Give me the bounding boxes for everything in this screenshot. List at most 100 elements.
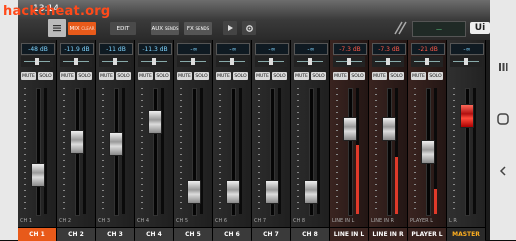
home-icon[interactable]	[496, 112, 510, 126]
gain-display[interactable]: -∞	[255, 43, 289, 55]
pan-knob[interactable]	[347, 58, 351, 65]
pan-knob[interactable]	[152, 58, 156, 65]
gain-display[interactable]: -21 dB	[411, 43, 445, 55]
fader-handle[interactable]	[304, 180, 318, 204]
mute-button[interactable]: MUTE	[60, 72, 75, 80]
gain-display[interactable]: -∞	[294, 43, 328, 55]
channel-small-label: PLAYER L	[410, 218, 434, 224]
menu-icon[interactable]	[48, 19, 66, 37]
fader-handle[interactable]	[460, 104, 474, 128]
mute-button[interactable]: MUTE	[372, 72, 387, 80]
settings-button[interactable]	[242, 21, 256, 35]
channel-name-button[interactable]: CH 1	[18, 227, 56, 241]
mute-button[interactable]: MUTE	[99, 72, 114, 80]
pan-slider[interactable]	[216, 56, 248, 67]
channel-name-button[interactable]: PLAYER L	[408, 227, 446, 241]
pan-knob[interactable]	[386, 58, 390, 65]
pan-knob[interactable]	[269, 58, 273, 65]
pan-knob[interactable]	[35, 58, 39, 65]
pan-slider[interactable]	[177, 56, 209, 67]
fader-handle[interactable]	[187, 180, 201, 204]
gain-display[interactable]: -7.3 dB	[372, 43, 406, 55]
slash-logo-icon	[394, 21, 407, 35]
pan-knob[interactable]	[464, 58, 468, 65]
gain-display[interactable]: -11.9 dB	[60, 43, 94, 55]
mute-button[interactable]: MUTE	[21, 72, 36, 80]
app-frame: MIX CLEAR EDIT AUX SENDS FX SENDS — Ui -…	[0, 0, 516, 241]
play-button[interactable]	[223, 21, 237, 35]
aux-sends-button[interactable]: AUX SENDS	[151, 22, 179, 35]
solo-button[interactable]: SOLO	[389, 72, 404, 80]
fader-handle[interactable]	[343, 117, 357, 141]
gain-display[interactable]: -11.3 dB	[138, 43, 172, 55]
solo-button[interactable]: SOLO	[116, 72, 131, 80]
fx-sends-button[interactable]: FX SENDS	[184, 22, 212, 35]
channel-name-button[interactable]: LINE IN R	[369, 227, 407, 241]
channel-name-button[interactable]: MASTER	[447, 227, 485, 241]
edit-button[interactable]: EDIT	[110, 22, 136, 35]
mute-button[interactable]: MUTE	[255, 72, 270, 80]
back-icon[interactable]	[496, 164, 510, 178]
pan-slider[interactable]	[60, 56, 92, 67]
channel-name-button[interactable]: CH 3	[96, 227, 134, 241]
solo-button[interactable]: SOLO	[272, 72, 287, 80]
recent-apps-icon[interactable]	[496, 60, 510, 74]
gain-display[interactable]: -∞	[177, 43, 211, 55]
mute-button[interactable]: MUTE	[294, 72, 309, 80]
channel-name-button[interactable]: CH 4	[135, 227, 173, 241]
gain-display[interactable]: -∞	[450, 43, 484, 55]
mix-button[interactable]: MIX CLEAR	[68, 22, 96, 35]
solo-button[interactable]: SOLO	[194, 72, 209, 80]
mute-button[interactable]: MUTE	[411, 72, 426, 80]
pan-knob[interactable]	[113, 58, 117, 65]
channel-small-label: L R	[449, 218, 457, 224]
solo-button[interactable]: SOLO	[233, 72, 248, 80]
mute-button[interactable]: MUTE	[333, 72, 348, 80]
channel-name-button[interactable]: CH 5	[174, 227, 212, 241]
pan-slider[interactable]	[21, 56, 53, 67]
channel-name-button[interactable]: CH 8	[291, 227, 329, 241]
pan-knob[interactable]	[425, 58, 429, 65]
gain-display[interactable]: -7.3 dB	[333, 43, 367, 55]
gain-display[interactable]: -48 dB	[21, 43, 55, 55]
mute-button[interactable]: MUTE	[216, 72, 231, 80]
channel-name-button[interactable]: CH 6	[213, 227, 251, 241]
pan-knob[interactable]	[308, 58, 312, 65]
channel-name-button[interactable]: CH 7	[252, 227, 290, 241]
gain-display[interactable]: -∞	[216, 43, 250, 55]
mute-button[interactable]: MUTE	[138, 72, 153, 80]
solo-button[interactable]: SOLO	[350, 72, 365, 80]
fader-handle[interactable]	[31, 163, 45, 187]
channel-name-button[interactable]: CH 2	[57, 227, 95, 241]
fx-sub-label: SENDS	[195, 26, 210, 31]
pan-slider[interactable]	[372, 56, 404, 67]
mute-button[interactable]: MUTE	[177, 72, 192, 80]
pan-slider[interactable]	[255, 56, 287, 67]
pan-knob[interactable]	[74, 58, 78, 65]
fader-handle[interactable]	[226, 180, 240, 204]
solo-button[interactable]: SOLO	[311, 72, 326, 80]
pan-slider[interactable]	[411, 56, 443, 67]
pan-slider[interactable]	[294, 56, 326, 67]
pan-slider[interactable]	[333, 56, 365, 67]
pan-knob[interactable]	[191, 58, 195, 65]
fader-handle[interactable]	[382, 117, 396, 141]
gain-display[interactable]: -11 dB	[99, 43, 133, 55]
fader-handle[interactable]	[70, 130, 84, 154]
solo-button[interactable]: SOLO	[428, 72, 443, 80]
pan-knob[interactable]	[230, 58, 234, 65]
fader-handle[interactable]	[109, 132, 123, 156]
solo-button[interactable]: SOLO	[155, 72, 170, 80]
channel-name-button[interactable]: LINE IN L	[330, 227, 368, 241]
fader-scale	[453, 88, 455, 214]
pan-slider[interactable]	[138, 56, 170, 67]
fader-scale	[219, 88, 221, 214]
pan-slider[interactable]	[450, 56, 482, 67]
fader-handle[interactable]	[421, 140, 435, 164]
fader-handle[interactable]	[148, 110, 162, 134]
pan-slider[interactable]	[99, 56, 131, 67]
solo-button[interactable]: SOLO	[38, 72, 53, 80]
fader-handle[interactable]	[265, 180, 279, 204]
solo-button[interactable]: SOLO	[77, 72, 92, 80]
channel-small-label: CH 5	[176, 218, 189, 224]
